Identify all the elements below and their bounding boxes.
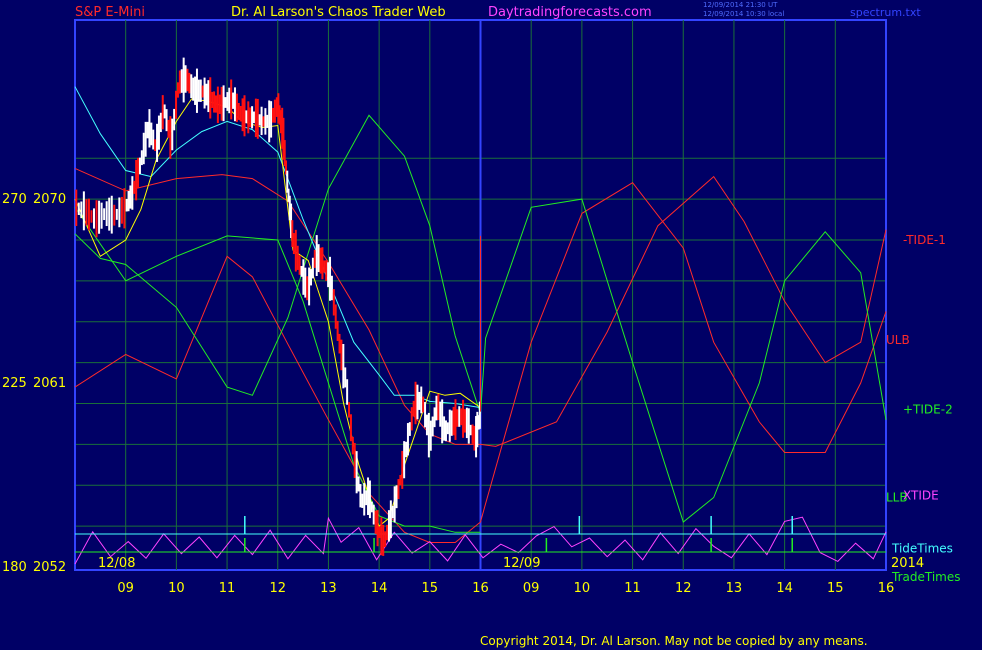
legend-label-tradetimes: TradeTimes	[891, 570, 960, 584]
legend-label-ulb: ULB	[886, 333, 910, 347]
y-tick-alt-label: 180	[2, 560, 27, 575]
data-file-label: spectrum.txt	[850, 6, 921, 19]
legend-label-xtide: XTIDE	[903, 488, 939, 502]
y-tick-price-label: 2061	[33, 376, 66, 391]
date-label-1: 12/08	[98, 556, 135, 571]
symbol-label: S&P E-Mini	[75, 5, 145, 20]
x-tick-label: 14	[776, 581, 793, 596]
y-tick-price-label: 2070	[33, 192, 66, 207]
site-link[interactable]: Daytradingforecasts.com	[488, 5, 652, 20]
chart: 09 10 11 12 13 14 15 16 09 10 11 12 13 14 15 16180 20522…	[2, 19, 960, 596]
x-tick-label: 13	[320, 581, 337, 596]
x-tick-label: 11	[219, 581, 236, 596]
x-tick-label: 09	[523, 581, 540, 596]
x-tick-label: 12	[675, 581, 692, 596]
x-tick-label: 10	[574, 581, 591, 596]
legend-label-tidetimes: TideTimes	[891, 542, 953, 556]
timestamp-local: 12/09/2014 10:30 local	[703, 10, 785, 18]
x-tick-label: 15	[422, 581, 439, 596]
legend-label-tide-1: -TIDE-1	[903, 233, 946, 247]
legend-label-tide-2: +TIDE-2	[903, 403, 953, 417]
y-tick-price-label: 2052	[33, 560, 66, 575]
x-tick-label: 13	[726, 581, 743, 596]
x-tick-label: 12	[269, 581, 286, 596]
year-label: 2014	[891, 556, 924, 571]
x-tick-label: 15	[827, 581, 844, 596]
y-tick-alt-label: 270	[2, 192, 27, 207]
date-label-2: 12/09	[503, 556, 540, 571]
x-tick-label: 16	[472, 581, 489, 596]
x-tick-label: 14	[371, 581, 388, 596]
x-tick-label: 11	[624, 581, 641, 596]
x-tick-label: 09	[117, 581, 134, 596]
timestamp-ut: 12/09/2014 21:30 UT	[703, 1, 778, 9]
y-tick-alt-label: 225	[2, 376, 27, 391]
copyright-notice: Copyright 2014, Dr. Al Larson. May not b…	[480, 634, 868, 648]
chart-title: Dr. Al Larson's Chaos Trader Web	[231, 5, 446, 20]
x-tick-label: 10	[168, 581, 185, 596]
